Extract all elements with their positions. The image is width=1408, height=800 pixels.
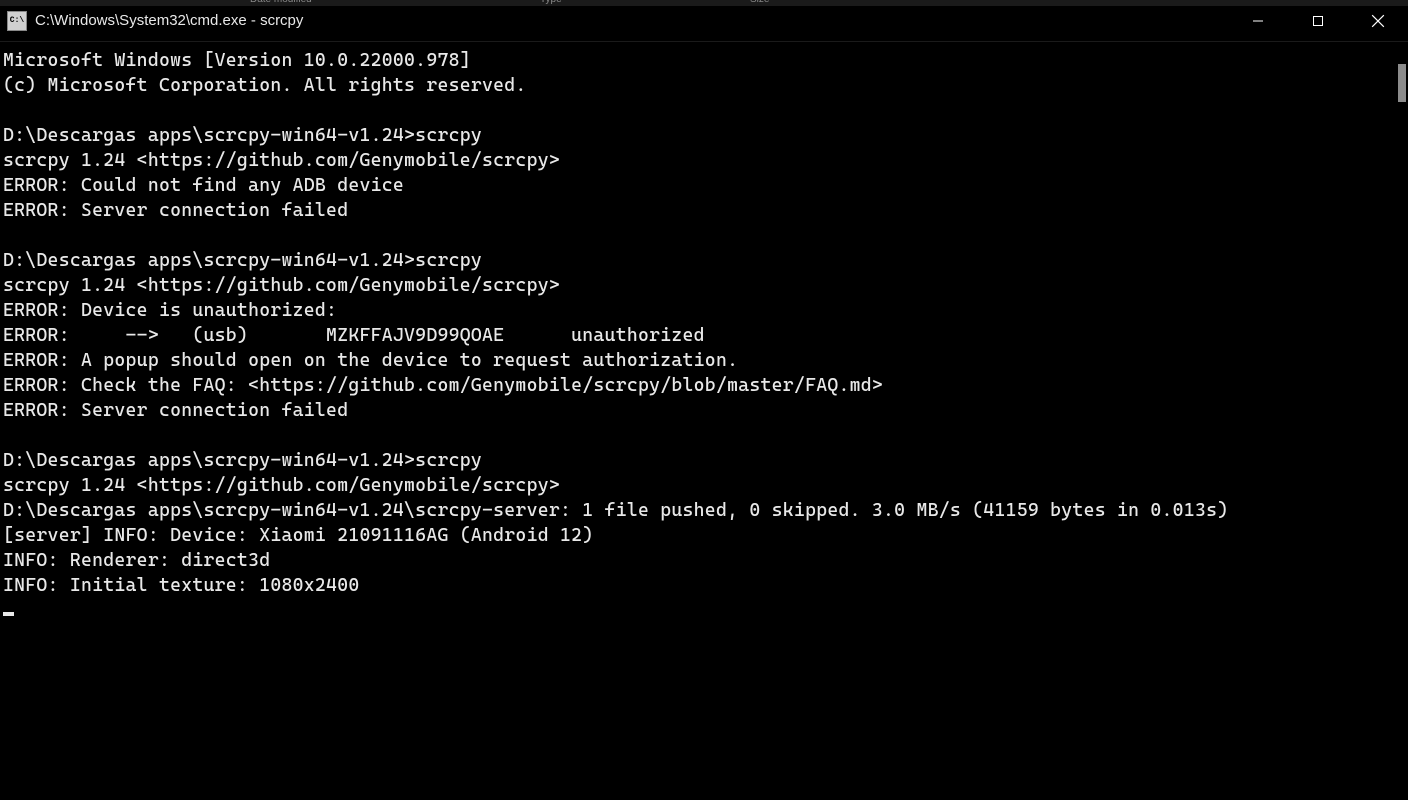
- output-line: scrcpy 1.24 <https://github.com/Genymobi…: [3, 148, 1408, 173]
- info-line: [server] INFO: Device: Xiaomi 21091116AG…: [3, 523, 1408, 548]
- error-line: ERROR: Server connection failed: [3, 398, 1408, 423]
- cursor-line: [3, 598, 1408, 623]
- prompt-line: D:\Descargas apps\scrcpy-win64-v1.24>scr…: [3, 248, 1408, 273]
- cmd-icon: C:\: [7, 11, 27, 31]
- output-line: scrcpy 1.24 <https://github.com/Genymobi…: [3, 273, 1408, 298]
- error-line: ERROR: Device is unauthorized:: [3, 298, 1408, 323]
- titlebar-left: C:\ C:\Windows\System32\cmd.exe - scrcpy: [7, 11, 303, 31]
- maximize-button[interactable]: [1288, 0, 1348, 41]
- prompt-line: D:\Descargas apps\scrcpy-win64-v1.24>scr…: [3, 123, 1408, 148]
- output-blank: [3, 223, 1408, 248]
- error-line: ERROR: Check the FAQ: <https://github.co…: [3, 373, 1408, 398]
- output-line: scrcpy 1.24 <https://github.com/Genymobi…: [3, 473, 1408, 498]
- close-button[interactable]: [1348, 0, 1408, 41]
- output-line: (c) Microsoft Corporation. All rights re…: [3, 73, 1408, 98]
- scrollbar[interactable]: [1392, 42, 1408, 800]
- col-size: Size: [750, 0, 769, 5]
- error-line: ERROR: --> (usb) MZKFFAJV9D99QOAE unauth…: [3, 323, 1408, 348]
- error-line: ERROR: Server connection failed: [3, 198, 1408, 223]
- info-line: INFO: Renderer: direct3d: [3, 548, 1408, 573]
- output-line: D:\Descargas apps\scrcpy-win64-v1.24\scr…: [3, 498, 1408, 523]
- titlebar[interactable]: C:\ C:\Windows\System32\cmd.exe - scrcpy: [0, 0, 1408, 42]
- window-title: C:\Windows\System32\cmd.exe - scrcpy: [35, 12, 303, 29]
- error-line: ERROR: Could not find any ADB device: [3, 173, 1408, 198]
- terminal-output[interactable]: Microsoft Windows [Version 10.0.22000.97…: [0, 42, 1408, 800]
- cursor-icon: [3, 612, 14, 616]
- info-line: INFO: Initial texture: 1080x2400: [3, 573, 1408, 598]
- col-date-modified: Date modified: [250, 0, 312, 5]
- col-type: Type: [540, 0, 562, 5]
- output-blank: [3, 423, 1408, 448]
- output-blank: [3, 98, 1408, 123]
- prompt-line: D:\Descargas apps\scrcpy-win64-v1.24>scr…: [3, 448, 1408, 473]
- error-line: ERROR: A popup should open on the device…: [3, 348, 1408, 373]
- output-line: Microsoft Windows [Version 10.0.22000.97…: [3, 48, 1408, 73]
- minimize-button[interactable]: [1228, 0, 1288, 41]
- explorer-header-remnant: Date modified Type Size: [0, 0, 1408, 6]
- window-controls: [1228, 0, 1408, 41]
- scrollbar-thumb[interactable]: [1398, 64, 1406, 102]
